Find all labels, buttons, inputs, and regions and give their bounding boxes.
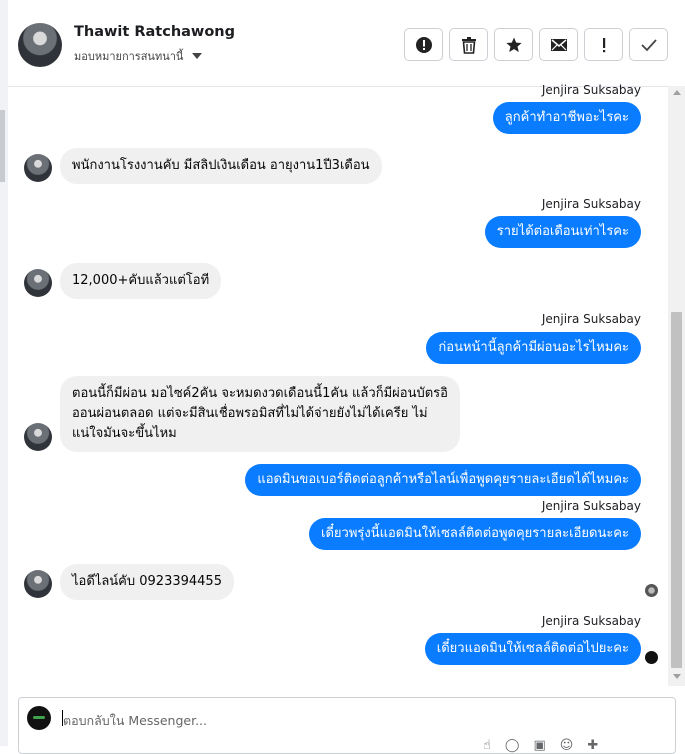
contact-avatar-small: [24, 570, 52, 598]
incoming-message[interactable]: 12,000+คับแล้วแต่โอที: [60, 263, 222, 299]
star-icon: [505, 37, 522, 52]
mark-done-button[interactable]: [629, 28, 668, 61]
mark-unread-button[interactable]: [539, 28, 578, 61]
contact-avatar[interactable]: [18, 23, 62, 67]
message-line: แน่ใจมันจะขึ้นไหม: [72, 426, 177, 441]
message-sender: Jenjira Suksabay: [541, 614, 641, 628]
outgoing-message[interactable]: ลูกค้าทำอาชีพอะไรคะ: [492, 102, 641, 134]
left-scroll-indicator: [0, 110, 5, 182]
incoming-message-multiline[interactable]: ตอนนี้ก็มีผ่อน มอไซค์2คัน จะหมดงวดเดือนน…: [60, 376, 460, 452]
incoming-message[interactable]: ไอดีไลน์คับ 0923394455: [60, 564, 234, 600]
outgoing-message[interactable]: แอดมินขอเบอร์ติดต่อลูกค้าหรือไลน์เพื่อพู…: [245, 464, 641, 496]
scroll-up-arrow-icon[interactable]: [673, 90, 681, 95]
message-line: ออนผ่อนตลอด แต่จะมีสินเชื่อพรอมิสที่ไม่ไ…: [72, 406, 428, 421]
outgoing-message[interactable]: เดี๋ยวแอดมินให้เซลล์ติดต่อไปยะคะ: [424, 633, 641, 665]
seen-receipt-avatar: [645, 584, 658, 597]
message-line: ตอนนี้ก็มีผ่อน มอไซค์2คัน จะหมดงวดเดือนน…: [72, 386, 448, 401]
seen-receipt-avatar: [645, 651, 658, 664]
conversation-header: Thawit Ratchawong มอบหมายการสนทนานี้: [8, 0, 685, 87]
chevron-down-icon: [192, 53, 203, 59]
outgoing-message[interactable]: ก่อนหน้านี้ลูกค้ามีผ่อนอะไรไหมคะ: [426, 332, 641, 364]
important-button[interactable]: [584, 28, 623, 61]
contact-avatar-small: [24, 154, 52, 182]
mail-icon: [550, 38, 567, 51]
star-button[interactable]: [494, 28, 533, 61]
incoming-message[interactable]: พนักงานโรงงานคับ มีสลิปเงินเดือน อายุงาน…: [60, 148, 382, 184]
thread-scrollbar[interactable]: [668, 86, 685, 686]
alert-circle-button[interactable]: [404, 28, 443, 61]
page-avatar: [27, 706, 51, 730]
message-sender: Jenjira Suksabay: [541, 197, 641, 211]
scrollbar-thumb[interactable]: [671, 312, 682, 668]
assign-label: มอบหมายการสนทนานี้: [74, 50, 184, 63]
outgoing-message[interactable]: เดี๋ยวพรุ่งนี้แอดมินให้เซลล์ติดต่อพูดคุย…: [309, 518, 641, 550]
alert-circle-icon: [415, 36, 432, 53]
left-panel-edge: [0, 0, 8, 746]
assign-conversation-dropdown[interactable]: มอบหมายการสนทนานี้: [74, 47, 203, 65]
conversation-toolbar: [404, 28, 668, 61]
scroll-down-arrow-icon[interactable]: [673, 674, 681, 679]
outgoing-message[interactable]: รายได้ต่อเดือนเท่าไรคะ: [484, 216, 641, 248]
check-icon: [640, 38, 657, 51]
message-sender: Jenjira Suksabay: [541, 499, 641, 513]
reply-input[interactable]: ตอบกลับใน Messenger...: [63, 711, 207, 731]
trash-icon: [461, 36, 476, 54]
exclamation-icon: [602, 37, 605, 52]
reply-composer[interactable]: ตอบกลับใน Messenger... ☝ ◯ ▣ ☺ ✚: [18, 697, 676, 754]
contact-avatar-small: [24, 269, 52, 297]
contact-avatar-small: [24, 423, 52, 451]
delete-button[interactable]: [449, 28, 488, 61]
message-sender: Jenjira Suksabay: [541, 83, 641, 97]
message-sender: Jenjira Suksabay: [541, 312, 641, 326]
contact-name[interactable]: Thawit Ratchawong: [74, 24, 235, 40]
